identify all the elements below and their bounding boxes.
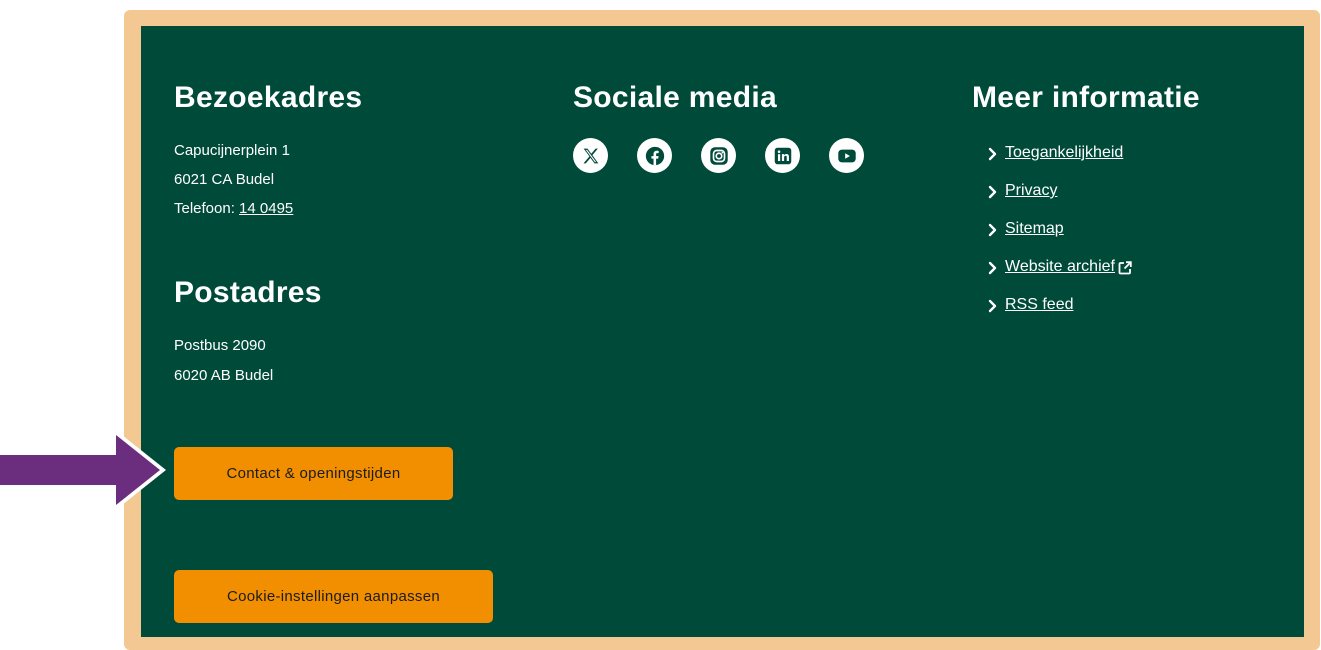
info-links: Toegankelijkheid Privacy Sitemap Website… bbox=[986, 144, 1132, 334]
list-item: RSS feed bbox=[986, 296, 1132, 334]
postal-address-heading: Postadres bbox=[174, 276, 322, 309]
social-heading: Sociale media bbox=[573, 81, 777, 114]
postal-box: Postbus 2090 bbox=[174, 337, 266, 354]
list-item: Toegankelijkheid bbox=[986, 144, 1132, 182]
social-icons bbox=[573, 138, 864, 173]
cookie-settings-button[interactable]: Cookie-instellingen aanpassen bbox=[174, 570, 493, 623]
chevron-right-icon bbox=[988, 261, 997, 275]
chevron-right-icon bbox=[988, 147, 997, 161]
link-toegankelijkheid[interactable]: Toegankelijkheid bbox=[1005, 144, 1123, 162]
phone-link[interactable]: 14 0495 bbox=[239, 200, 293, 217]
chevron-right-icon bbox=[988, 299, 997, 313]
youtube-icon[interactable] bbox=[829, 138, 864, 173]
site-footer: Bezoekadres Capucijnerplein 1 6021 CA Bu… bbox=[141, 26, 1304, 637]
instagram-icon[interactable] bbox=[701, 138, 736, 173]
visit-postal: 6021 CA Budel bbox=[174, 171, 275, 188]
facebook-icon[interactable] bbox=[637, 138, 672, 173]
list-item: Sitemap bbox=[986, 220, 1132, 258]
link-sitemap[interactable]: Sitemap bbox=[1005, 220, 1064, 238]
visit-address-heading: Bezoekadres bbox=[174, 81, 363, 114]
chevron-right-icon bbox=[988, 185, 997, 199]
list-item: Website archief bbox=[986, 258, 1132, 296]
more-info-heading: Meer informatie bbox=[972, 81, 1200, 114]
link-website-archief[interactable]: Website archief bbox=[1005, 258, 1115, 276]
contact-hours-button[interactable]: Contact & openingstijden bbox=[174, 447, 453, 500]
x-icon[interactable] bbox=[573, 138, 608, 173]
chevron-right-icon bbox=[988, 223, 997, 237]
external-link-icon bbox=[1118, 261, 1132, 275]
phone-line: Telefoon: 14 0495 bbox=[174, 199, 293, 219]
linkedin-icon[interactable] bbox=[765, 138, 800, 173]
link-rss-feed[interactable]: RSS feed bbox=[1005, 296, 1073, 314]
phone-label: Telefoon: bbox=[174, 200, 240, 217]
visit-street: Capucijnerplein 1 bbox=[174, 142, 290, 159]
annotation-arrow-icon bbox=[0, 427, 166, 513]
link-privacy[interactable]: Privacy bbox=[1005, 182, 1057, 200]
postal-code: 6020 AB Budel bbox=[174, 367, 274, 384]
list-item: Privacy bbox=[986, 182, 1132, 220]
